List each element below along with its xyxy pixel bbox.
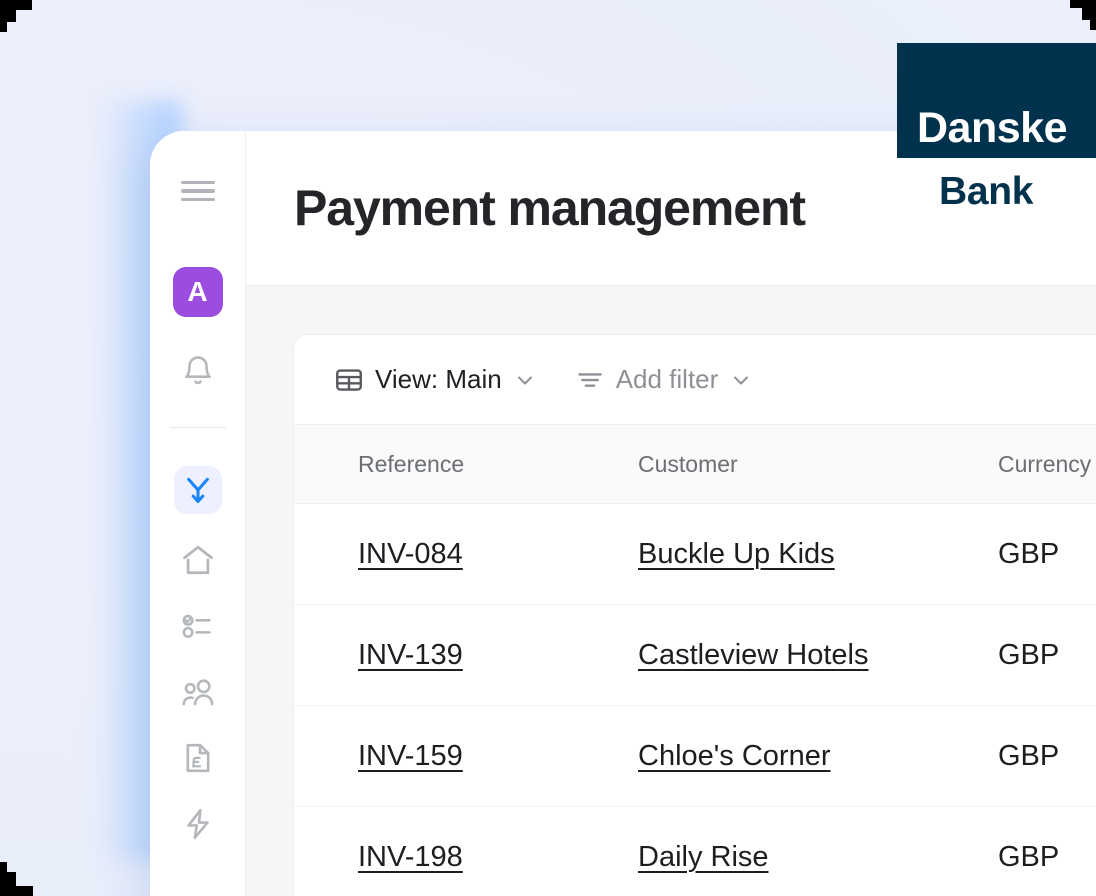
sidebar-item-automations[interactable] (174, 800, 222, 848)
hamburger-icon (181, 181, 215, 201)
corner-mark-bottom-left (0, 860, 40, 896)
cell-currency: GBP (998, 639, 1059, 671)
lightning-icon (182, 806, 214, 842)
bell-icon (181, 353, 215, 389)
people-icon (179, 675, 217, 709)
column-header-currency[interactable]: Currency (998, 425, 1096, 504)
sidebar-item-invoices[interactable] (174, 734, 222, 782)
table-row[interactable]: INV-139 Castleview Hotels GBP (294, 605, 1096, 706)
add-filter-button[interactable]: Add filter (575, 364, 754, 395)
merge-arrow-icon (182, 473, 214, 507)
document-gbp-icon (182, 740, 214, 776)
table-header-row: Reference Customer Currency (294, 425, 1096, 504)
chevron-down-icon (729, 368, 753, 392)
brand-box: Danske (897, 43, 1096, 158)
page-canvas: A (0, 0, 1096, 896)
home-icon (180, 542, 216, 578)
payments-table: Reference Customer Currency INV-084 Buck… (294, 425, 1096, 896)
cell-customer[interactable]: Daily Rise (638, 841, 769, 873)
cell-currency: GBP (998, 841, 1059, 873)
content-area: View: Main Add filter (246, 286, 1096, 896)
danske-bank-logo: Danske Bank (897, 43, 1096, 211)
table-body: INV-084 Buckle Up Kids GBP INV-139 Castl… (294, 504, 1096, 896)
brand-word-bank: Bank (897, 158, 1096, 211)
sidebar-item-menu[interactable] (174, 167, 222, 215)
cell-customer[interactable]: Chloe's Corner (638, 740, 831, 772)
app-window: A (150, 131, 1096, 896)
column-header-customer[interactable]: Customer (638, 425, 998, 504)
table-toolbar: View: Main Add filter (294, 335, 1096, 425)
sidebar-item-payments[interactable] (174, 466, 222, 514)
cell-reference[interactable]: INV-198 (358, 841, 463, 873)
corner-mark-top-right (1056, 0, 1096, 34)
sidebar-item-customers[interactable] (174, 668, 222, 716)
view-selector-label: View: Main (375, 364, 502, 395)
sidebar-item-tasks[interactable] (174, 602, 222, 650)
sidebar-rail: A (150, 131, 246, 896)
table-row[interactable]: INV-159 Chloe's Corner GBP (294, 706, 1096, 807)
main-panel: Payment management View: Main (246, 131, 1096, 896)
avatar-initial: A (187, 276, 207, 308)
filter-lines-icon (575, 365, 605, 395)
sidebar-item-home[interactable] (174, 536, 222, 584)
cell-reference[interactable]: INV-139 (358, 639, 463, 671)
brand-word-danske: Danske (917, 107, 1067, 150)
table-row[interactable]: INV-084 Buckle Up Kids GBP (294, 504, 1096, 605)
cell-reference[interactable]: INV-084 (358, 538, 463, 570)
cell-currency: GBP (998, 740, 1059, 772)
cell-customer[interactable]: Buckle Up Kids (638, 538, 835, 570)
table-card: View: Main Add filter (293, 334, 1096, 896)
table-row[interactable]: INV-198 Daily Rise GBP (294, 807, 1096, 896)
view-selector[interactable]: View: Main (334, 364, 537, 395)
cell-customer[interactable]: Castleview Hotels (638, 639, 868, 671)
corner-mark-top-left (0, 0, 40, 34)
table-grid-icon (334, 365, 364, 395)
page-title: Payment management (294, 179, 805, 237)
cell-reference[interactable]: INV-159 (358, 740, 463, 772)
table-header: Reference Customer Currency (294, 425, 1096, 504)
avatar[interactable]: A (173, 267, 223, 317)
chevron-down-icon (513, 368, 537, 392)
add-filter-label: Add filter (616, 364, 719, 395)
cell-currency: GBP (998, 538, 1059, 570)
checklist-icon (180, 609, 216, 643)
column-header-reference[interactable]: Reference (294, 425, 638, 504)
sidebar-item-notifications[interactable] (174, 347, 222, 395)
